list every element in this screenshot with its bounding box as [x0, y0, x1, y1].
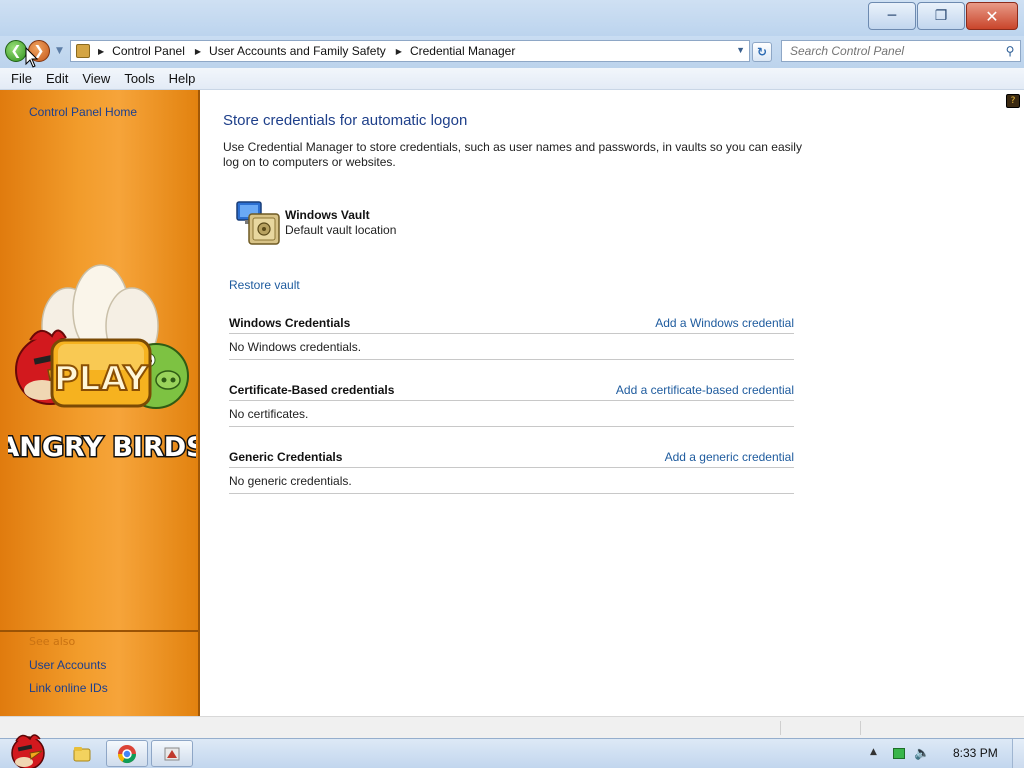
close-icon: ✕: [985, 6, 999, 26]
clock[interactable]: 8:33 PM: [953, 746, 998, 760]
status-divider: [860, 721, 861, 735]
search-input[interactable]: [782, 41, 1000, 61]
back-button[interactable]: ❮: [5, 40, 27, 62]
section-title: Certificate-Based credentials: [229, 383, 395, 397]
refresh-icon: ↻: [756, 45, 768, 59]
page-title: Store credentials for automatic logon: [223, 112, 468, 129]
play-label: PLAY: [54, 359, 149, 399]
breadcrumb-separator-icon[interactable]: ▶: [396, 47, 402, 56]
user-accounts-link[interactable]: User Accounts: [29, 658, 106, 672]
empty-message: No generic credentials.: [229, 468, 794, 494]
add-certificate-credential-link[interactable]: Add a certificate-based credential: [616, 383, 794, 397]
taskbar: ▲ 🔈 8:33 PM: [0, 734, 1024, 768]
windows-credentials-section: Windows Credentials Add a Windows creden…: [229, 314, 794, 360]
network-icon[interactable]: [893, 748, 905, 759]
add-windows-credential-link[interactable]: Add a Windows credential: [655, 316, 794, 330]
breadcrumb-separator-icon[interactable]: ▶: [98, 47, 104, 56]
explorer-icon: [73, 746, 91, 761]
control-panel-icon: [76, 44, 90, 58]
show-desktop-button[interactable]: [1012, 739, 1024, 768]
empty-message: No certificates.: [229, 401, 794, 427]
taskbar-chrome-button[interactable]: [106, 740, 148, 767]
window-controls: ─ ❐ ✕: [868, 2, 1018, 30]
vault-name: Windows Vault: [285, 208, 370, 222]
breadcrumb: ▶ Control Panel ▶ User Accounts and Fami…: [98, 44, 525, 58]
section-title: Windows Credentials: [229, 316, 351, 330]
status-bar: [0, 716, 1024, 738]
restore-vault-link[interactable]: Restore vault: [229, 278, 300, 292]
control-panel-home-link[interactable]: Control Panel Home: [29, 105, 137, 119]
volume-icon[interactable]: 🔈: [914, 746, 930, 761]
page-description: Use Credential Manager to store credenti…: [223, 140, 802, 169]
start-button[interactable]: [4, 729, 50, 768]
help-icon[interactable]: ?: [1006, 94, 1020, 108]
see-also-heading: See also: [29, 635, 76, 648]
search-icon[interactable]: ⚲: [1000, 44, 1020, 58]
menu-file[interactable]: File: [4, 71, 39, 86]
refresh-button[interactable]: ↻: [752, 42, 772, 62]
vault-location: Default vault location: [285, 223, 397, 237]
minimize-icon: ─: [887, 8, 897, 24]
menu-tools[interactable]: Tools: [117, 71, 161, 86]
breadcrumb-separator-icon[interactable]: ▶: [195, 47, 201, 56]
close-button[interactable]: ✕: [966, 2, 1018, 30]
restore-icon: ❐: [934, 8, 948, 24]
breadcrumb-control-panel[interactable]: Control Panel: [112, 44, 185, 58]
search-box: ⚲: [781, 40, 1021, 62]
back-arrow-icon: ❮: [10, 43, 22, 59]
angry-birds-logo-text: ANGRY BIRDS: [8, 432, 196, 463]
title-bar: ─ ❐ ✕: [0, 0, 1024, 36]
main-content: ? Store credentials for automatic logon …: [202, 90, 1024, 716]
minimize-button[interactable]: ─: [868, 2, 916, 30]
status-divider: [780, 721, 781, 735]
chrome-icon: [118, 744, 136, 763]
empty-message: No Windows credentials.: [229, 334, 794, 360]
sidebar-divider: [0, 630, 198, 632]
link-online-ids-link[interactable]: Link online IDs: [29, 681, 108, 695]
angry-birds-artwork: PLAY ANGRY BIRDS: [8, 264, 196, 465]
section-title: Generic Credentials: [229, 450, 343, 464]
menu-help[interactable]: Help: [162, 71, 203, 86]
sidebar: Control Panel Home PLAY ANGRY BIRDS See …: [0, 90, 200, 716]
generic-credentials-section: Generic Credentials Add a generic creden…: [229, 448, 794, 494]
recent-pages-button[interactable]: ▼: [56, 46, 63, 56]
certificate-credentials-section: Certificate-Based credentials Add a cert…: [229, 381, 794, 427]
restore-button[interactable]: ❐: [917, 2, 965, 30]
menu-edit[interactable]: Edit: [39, 71, 75, 86]
app-icon: [164, 747, 180, 760]
breadcrumb-credential-manager[interactable]: Credential Manager: [410, 44, 515, 58]
address-bar[interactable]: ▶ Control Panel ▶ User Accounts and Fami…: [70, 40, 750, 62]
taskbar-app-button[interactable]: [151, 740, 193, 767]
breadcrumb-user-accounts[interactable]: User Accounts and Family Safety: [209, 44, 386, 58]
navigation-bar: ❮ ❯ ▼ ▶ Control Panel ▶ User Accounts an…: [0, 36, 1024, 68]
vault-icon: [236, 201, 280, 245]
show-hidden-icons-icon[interactable]: ▲: [870, 747, 877, 757]
menu-bar: File Edit View Tools Help: [0, 68, 1024, 90]
windows-vault-item[interactable]: Windows Vault Default vault location: [233, 196, 483, 248]
taskbar-explorer-button[interactable]: [62, 740, 102, 767]
mouse-cursor-icon: [25, 47, 39, 68]
add-generic-credential-link[interactable]: Add a generic credential: [665, 450, 794, 464]
menu-view[interactable]: View: [75, 71, 117, 86]
address-dropdown-icon[interactable]: ▼: [736, 45, 745, 55]
